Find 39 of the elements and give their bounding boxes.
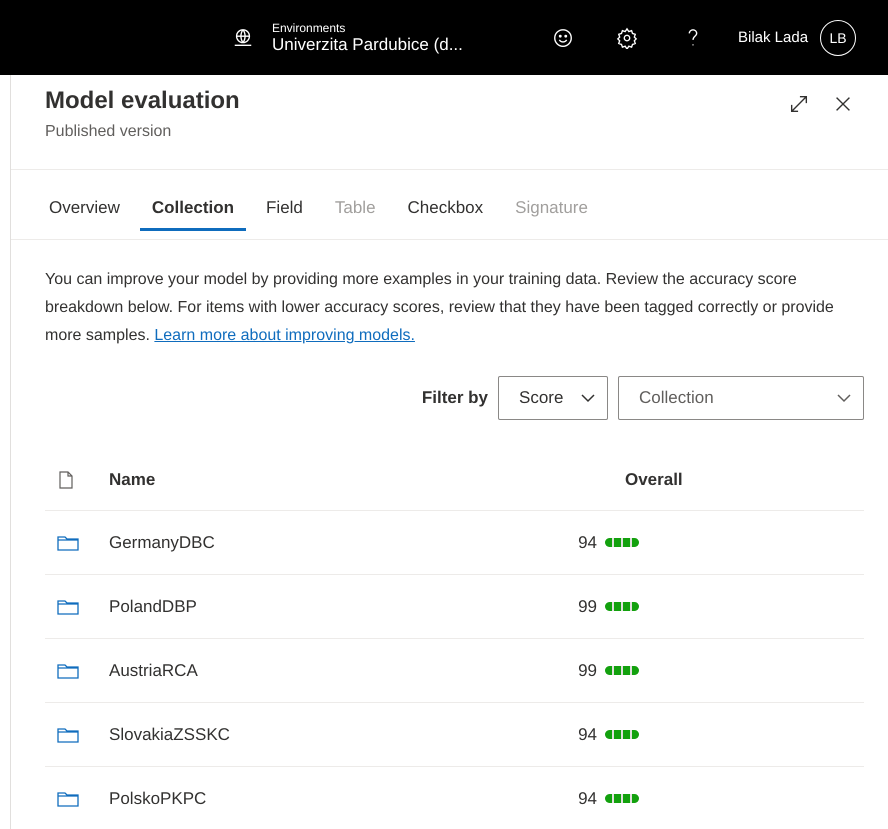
tab[interactable]: Checkbox	[396, 184, 496, 231]
collection-name[interactable]: PolandDBP	[109, 596, 549, 616]
chevron-down-icon	[581, 393, 595, 403]
settings-icon[interactable]	[616, 26, 638, 48]
score-dropdown[interactable]: Score	[498, 376, 608, 420]
panel-title: Model evaluation	[45, 87, 240, 115]
description-text: You can improve your model by providing more examples in your training data. Review the accuracy score breakdown below. For items with lower accuracy scores, review that they have been tagged correctly or provide more samples. Learn more about improving models.	[45, 270, 835, 346]
tab[interactable]: Overview	[37, 184, 132, 231]
folder-icon	[57, 790, 79, 806]
user-name[interactable]: Bilak Lada	[738, 29, 808, 46]
globe-icon[interactable]	[232, 26, 254, 48]
score-value: 94	[577, 724, 597, 744]
collection-name[interactable]: GermanyDBC	[109, 532, 549, 552]
panel-subtitle: Published version	[45, 123, 172, 141]
folder-icon	[57, 662, 79, 678]
score-value: 94	[577, 788, 597, 808]
collection-dropdown[interactable]: Collection	[618, 376, 864, 420]
expand-icon[interactable]	[788, 93, 810, 115]
user-avatar[interactable]: LB	[820, 20, 856, 56]
score-value: 99	[577, 660, 597, 680]
chevron-down-icon	[837, 393, 851, 403]
environment-name[interactable]: Univerzita Pardubice (d...	[272, 34, 512, 54]
folder-icon	[57, 598, 79, 614]
environment-label: Environments	[272, 20, 346, 34]
folder-icon	[57, 726, 79, 742]
column-header[interactable]: Overall	[549, 470, 864, 490]
collection-name[interactable]: AustriaRCA	[109, 660, 549, 680]
filter-label: Filter by	[422, 388, 488, 408]
collection-name[interactable]: SlovakiaZSSKC	[109, 724, 549, 744]
file-icon	[59, 471, 73, 489]
collection-name[interactable]: PolskoPKPC	[109, 788, 549, 808]
score-value: 99	[577, 596, 597, 616]
score-value: 94	[577, 532, 597, 552]
smiley-icon[interactable]	[552, 26, 574, 48]
learn-more-link[interactable]: Learn more about improving models.	[154, 327, 415, 344]
column-header[interactable]: Name	[109, 470, 549, 490]
tab[interactable]: Collection	[140, 184, 246, 231]
tab[interactable]: Field	[254, 184, 315, 231]
folder-icon	[57, 534, 79, 550]
